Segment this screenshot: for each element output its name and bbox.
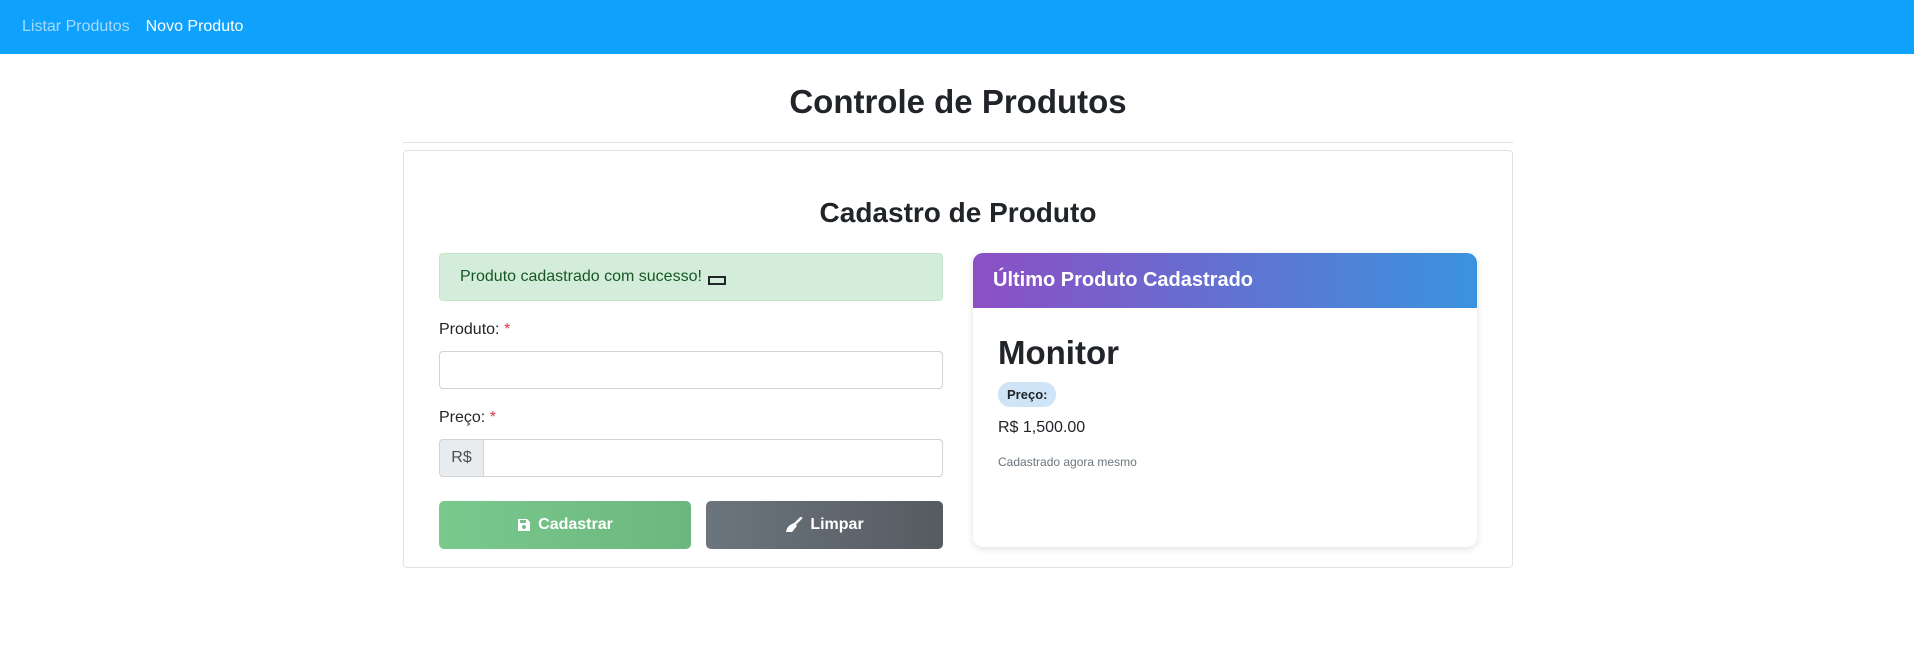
price-field-label: Preço: * bbox=[439, 409, 943, 429]
required-mark: * bbox=[503, 321, 511, 338]
alert-text: Produto cadastrado com sucesso! bbox=[460, 268, 702, 285]
last-product-name: Monitor bbox=[998, 334, 1119, 371]
last-product-body: Monitor Preço: R$ 1,500.00 Cadastrado ag… bbox=[973, 308, 1477, 495]
clear-button[interactable]: Limpar bbox=[706, 501, 943, 549]
required-mark: * bbox=[489, 409, 496, 426]
last-product-header: Último Produto Cadastrado bbox=[973, 253, 1477, 308]
form-title: Cadastro de Produto bbox=[819, 197, 1097, 228]
nav-link-new-product[interactable]: Novo Produto bbox=[146, 18, 244, 36]
price-badge: Preço: bbox=[998, 382, 1057, 407]
broom-icon bbox=[785, 517, 803, 533]
clear-button-label: Limpar bbox=[810, 516, 864, 533]
price-input-group: R$ bbox=[439, 439, 943, 477]
last-product-card: Último Produto Cadastrado Monitor Preço:… bbox=[973, 253, 1477, 547]
save-button-label: Cadastrar bbox=[538, 516, 613, 533]
main-container: Controle de Produtos Cadastro de Produto… bbox=[403, 54, 1513, 568]
product-field-label: Produto: * bbox=[439, 321, 943, 341]
registered-timestamp: Cadastrado agora mesmo bbox=[998, 455, 1137, 469]
price-label-text: Preço: bbox=[439, 409, 486, 426]
form-buttons: Cadastrar Limpar bbox=[439, 501, 943, 549]
nav-link-list-products[interactable]: Listar Produtos bbox=[22, 18, 130, 36]
currency-prefix: R$ bbox=[439, 439, 483, 477]
product-input[interactable] bbox=[439, 351, 943, 389]
save-button[interactable]: Cadastrar bbox=[439, 501, 691, 549]
alert-close-icon[interactable] bbox=[707, 275, 726, 285]
product-label-text: Produto: bbox=[439, 321, 500, 338]
price-input[interactable] bbox=[483, 439, 943, 477]
title-divider bbox=[403, 142, 1513, 143]
success-alert: Produto cadastrado com sucesso! bbox=[439, 253, 943, 301]
last-product-price: R$ 1,500.00 bbox=[998, 419, 1086, 436]
floppy-disk-icon bbox=[517, 518, 531, 532]
top-navbar: Listar Produtos Novo Produto bbox=[0, 0, 1914, 54]
page-title: Controle de Produtos bbox=[789, 83, 1127, 120]
product-form-card: Cadastro de Produto Produto cadastrado c… bbox=[403, 150, 1513, 568]
form-column: Produto cadastrado com sucesso! Produto:… bbox=[439, 253, 943, 549]
